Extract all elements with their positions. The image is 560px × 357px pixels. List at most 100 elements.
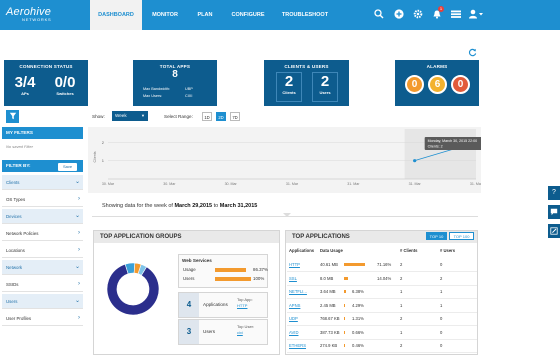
app-name-link[interactable]: AVID [289, 330, 298, 335]
app-usage: 387.73 KB [320, 329, 340, 335]
showing-prefix: Showing data for the week of [102, 203, 173, 209]
chevron-down-icon: ⌄ [74, 179, 80, 185]
usage-percent: 0.46% [352, 343, 364, 348]
user-icon[interactable] [468, 9, 484, 20]
clients-count: 2 [400, 262, 403, 267]
sidebar-item-network-policies[interactable]: Network Policies › [2, 226, 83, 241]
col-clients[interactable]: # Clients [400, 248, 417, 253]
sidebar-item-network[interactable]: Network ⌄ [2, 260, 83, 275]
app-name-link[interactable]: APNS [289, 303, 300, 308]
x-tick-label: 30. Mar [102, 182, 115, 186]
alarm-count-2[interactable]: 0 [451, 75, 470, 94]
save-filter-button[interactable]: Save [58, 163, 77, 171]
usage-percent: 14.04% [377, 275, 392, 281]
tooltip-title: Monday, March 30, 2015 22:00 [428, 139, 477, 143]
tab-configure[interactable]: CONFIGURE [224, 0, 272, 30]
sidebar-item-os-types[interactable]: OS Types › [2, 192, 83, 207]
total-apps-tile[interactable]: TOTAL APPS 8 Max Bandwidth: UBP Max User… [133, 60, 217, 106]
aerohive-logo[interactable]: Aerohive NETWORKS [6, 6, 52, 22]
sidebar-item-clients[interactable]: Clients ⌄ [2, 175, 83, 190]
app-name-link[interactable]: SSL [289, 276, 297, 281]
app-name-link[interactable]: UDP [289, 316, 298, 321]
sidebar-item-ssids[interactable]: SSIDs › [2, 277, 83, 292]
top-100-button[interactable]: TOP 100 [449, 232, 474, 240]
chat-icon[interactable] [548, 205, 560, 219]
x-tick-label: 31. Mar [409, 182, 422, 186]
alarm-count-0[interactable]: 0 [405, 75, 424, 94]
sidebar-item-label: Clients [6, 180, 20, 185]
users-count: 0 [440, 329, 443, 335]
range-2d-button[interactable]: 2D [216, 112, 226, 121]
showing-data-text: Showing data for the week of March 29,20… [102, 203, 257, 209]
top-app-link[interactable]: HTTP [237, 303, 247, 308]
tab-monitor[interactable]: MONITOR [144, 0, 186, 30]
col-users[interactable]: # Users [440, 248, 455, 253]
top-user-link[interactable]: cixi [237, 330, 243, 335]
y-tick-label: 1 [102, 158, 105, 163]
aps-label: APs [21, 91, 29, 96]
users-count: 1 [440, 289, 443, 294]
sidebar-item-user-profiles[interactable]: User Profiles › [2, 311, 83, 326]
row-divider [287, 352, 477, 353]
max-users-label: Max Users: [143, 94, 163, 98]
chevron-right-icon: › [78, 281, 80, 287]
tab-troubleshoot[interactable]: TROUBLESHOOT [274, 0, 336, 30]
range-7d-button[interactable]: 7D [230, 112, 240, 121]
usage-percent: 71.16% [377, 262, 392, 267]
gear-icon[interactable] [412, 9, 423, 20]
refresh-icon[interactable] [468, 48, 477, 59]
filter-icon[interactable] [6, 110, 19, 123]
show-period-select[interactable]: Week ▼ [112, 111, 148, 121]
users-bar [215, 277, 251, 281]
alarm-count-1[interactable]: 6 [428, 75, 447, 94]
users-stat: 3 Users Top User: cixi [178, 319, 268, 345]
users-count: 3 [179, 320, 199, 344]
app-usage: 40.61 MB [320, 262, 338, 267]
sidebar-item-devices[interactable]: Devices ⌄ [2, 209, 83, 224]
top-navigation-bar: Aerohive NETWORKS DASHBOARD MONITOR PLAN… [0, 0, 560, 30]
connection-status-tile[interactable]: CONNECTION STATUS 3/4 APs 0/0 Switches [4, 60, 88, 106]
sidebar-item-label: Users [6, 299, 18, 304]
sidebar-item-label: OS Types [6, 197, 26, 202]
aps-value: 3/4 [14, 74, 36, 91]
showing-from-date: March 29,2015 [174, 203, 213, 209]
chevron-right-icon: › [78, 196, 80, 202]
edit-icon[interactable] [548, 224, 560, 238]
x-tick-label: 31. Mar [347, 182, 360, 186]
app-name-link[interactable]: NETFLI... [289, 289, 307, 294]
sidebar-item-users[interactable]: Users ⌄ [2, 294, 83, 309]
help-icon[interactable]: ? [548, 186, 560, 200]
tab-dashboard[interactable]: DASHBOARD [90, 0, 142, 30]
clients-count: 2 [400, 343, 403, 348]
app-name-link[interactable]: HTTP [289, 262, 300, 267]
max-users-value: CIXI [185, 94, 193, 98]
search-icon[interactable] [373, 9, 384, 20]
range-1d-button[interactable]: 1D [202, 112, 212, 121]
col-data-usage[interactable]: Data Usage [320, 248, 343, 253]
sidebar-item-label: Devices [6, 214, 22, 219]
show-period-value: Week [115, 113, 127, 118]
tab-plan[interactable]: PLAN [188, 0, 222, 30]
clients-count: 2 [400, 316, 403, 321]
x-tick-label: 30. Mar [163, 182, 176, 186]
list-icon[interactable] [449, 9, 462, 20]
users-count: 1 [440, 302, 443, 308]
top-10-button[interactable]: TOP 10 [426, 232, 447, 240]
alarms-tile[interactable]: ALARMS 060 [395, 60, 479, 106]
plus-icon[interactable] [393, 9, 404, 20]
row-divider [287, 311, 477, 313]
my-filters-header: MY FILTERS [2, 127, 83, 139]
app-groups-donut-chart[interactable] [100, 256, 166, 322]
users-value: 2 [320, 73, 330, 90]
web-services-card[interactable]: Web Services Usage 86.37% Users 100% [178, 254, 268, 288]
col-applications[interactable]: Applications [289, 248, 314, 253]
app-usage: 768.67 KB [320, 316, 340, 321]
clients-users-tile[interactable]: CLIENTS & USERS 2 Clients 2 Users [264, 60, 349, 106]
x-tick-label: 31. Mar [286, 182, 299, 186]
app-name-link[interactable]: ETHERS [289, 343, 306, 348]
app-usage: 274.9 KB [320, 343, 338, 348]
no-saved-filter: No saved Filter [6, 144, 33, 149]
usage-bar [344, 344, 345, 347]
usage-percent: 1.31% [352, 316, 364, 321]
sidebar-item-locations[interactable]: Locations › [2, 243, 83, 258]
